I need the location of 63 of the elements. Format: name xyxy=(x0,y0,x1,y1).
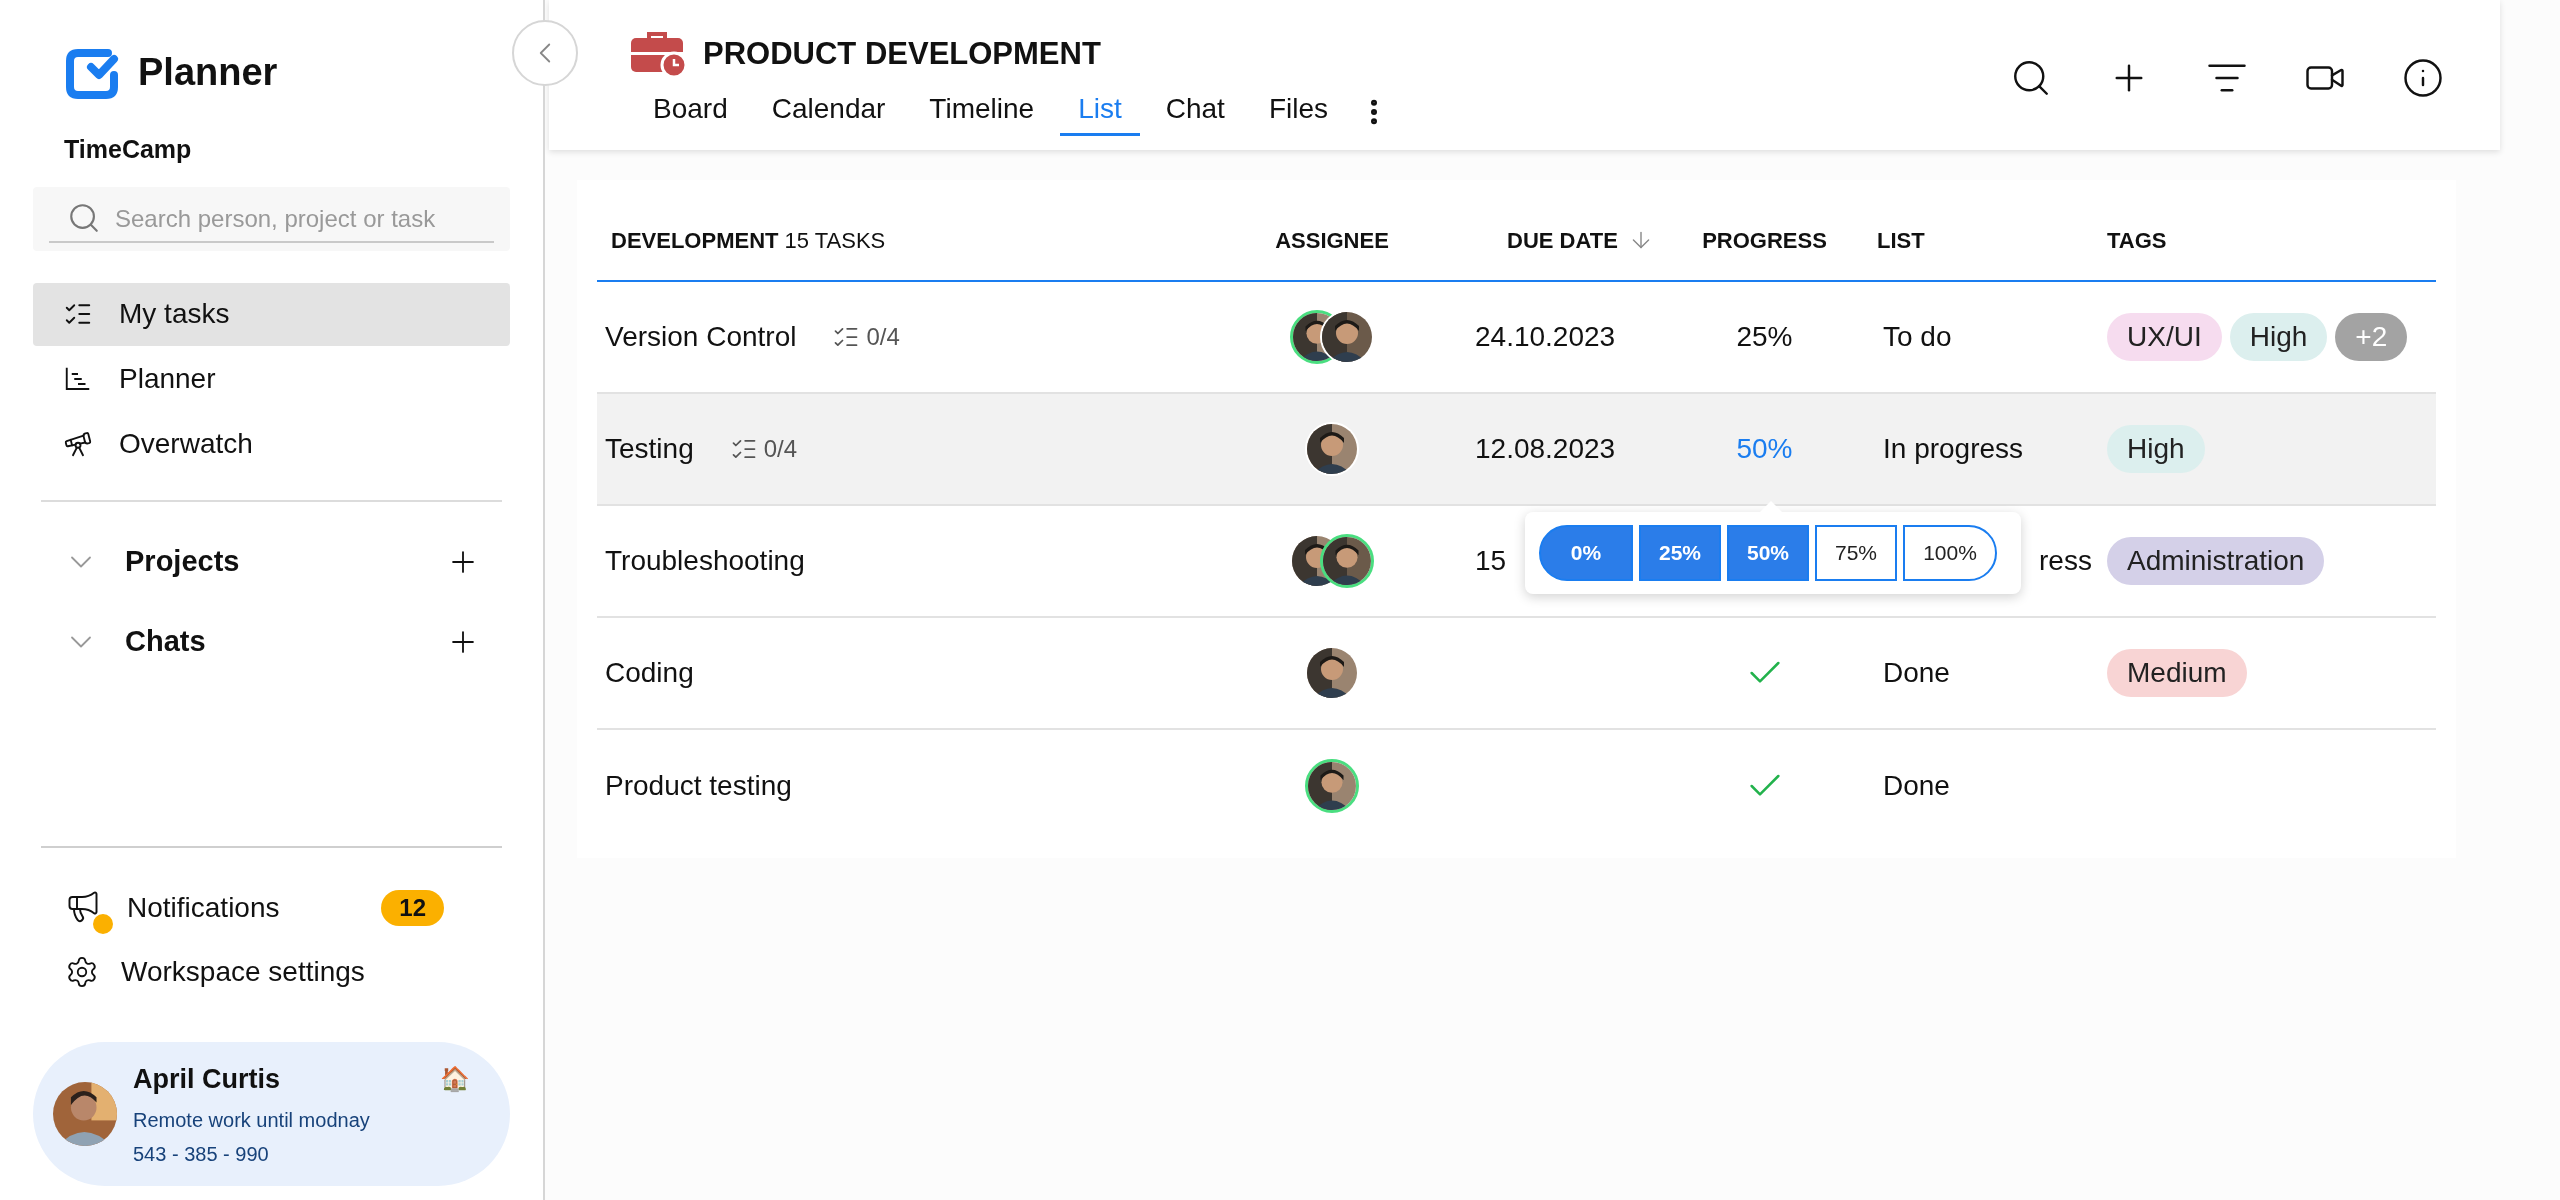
profile-phone: 543 - 385 - 990 xyxy=(133,1142,270,1168)
column-header: PROGRESS xyxy=(1702,226,1827,255)
tag: High xyxy=(2107,425,2205,473)
task-name[interactable]: Coding xyxy=(605,652,694,694)
progress-value[interactable]: 50% xyxy=(1736,428,1793,470)
search-field[interactable]: Search person, project or task xyxy=(33,186,510,251)
info-icon[interactable] xyxy=(2402,57,2444,99)
group-title: DEVELOPMENT 15 TASKS xyxy=(611,227,886,253)
profile-card[interactable]: April Curtis 🏠 Remote work until modnay 543 - 385 - 990 xyxy=(33,1042,510,1186)
task-name[interactable]: Product testing xyxy=(605,765,792,807)
project-title: PRODUCT DEVELOPMENT xyxy=(703,34,1101,73)
telescope-icon xyxy=(63,429,93,459)
due-date: 15 xyxy=(1475,545,1507,576)
task-row[interactable]: Product testing Done xyxy=(597,730,2436,842)
tag: +2 xyxy=(2335,313,2408,361)
list-name: ress xyxy=(2039,545,2092,576)
tag: High xyxy=(2229,313,2328,361)
profile-name: April Curtis xyxy=(133,1062,280,1096)
settings-icon xyxy=(65,955,99,989)
nav-item[interactable]: Overwatch xyxy=(33,412,510,476)
tab[interactable]: Board xyxy=(635,84,746,136)
settings-link[interactable]: Workspace settings xyxy=(121,951,365,993)
due-date: 12.08.2023 xyxy=(1475,433,1616,464)
list-name: Done xyxy=(1883,770,1950,801)
progress-option[interactable]: 25% xyxy=(1639,525,1721,581)
tab[interactable]: Files xyxy=(1250,84,1346,136)
progress-option[interactable]: 0% xyxy=(1539,525,1633,581)
list-name: In progress xyxy=(1883,433,2024,464)
task-name[interactable]: Testing xyxy=(605,428,694,470)
notifications-link[interactable]: Notifications xyxy=(127,887,382,929)
due-date: 24.10.2023 xyxy=(1475,321,1616,352)
tab[interactable]: Chat xyxy=(1147,84,1243,136)
column-header: ASSIGNEE xyxy=(1275,226,1389,255)
list-name: To do xyxy=(1883,321,1952,352)
workspace-name: TimeCamp xyxy=(64,134,193,165)
column-header[interactable]: DUE DATE xyxy=(1507,223,1618,257)
subtask-count: 0/4 xyxy=(866,322,900,352)
app-name: Planner xyxy=(138,50,278,95)
progress-option[interactable]: 75% xyxy=(1815,525,1897,581)
progress-option[interactable]: 100% xyxy=(1903,525,1997,581)
task-name[interactable]: Version Control xyxy=(605,316,797,358)
profile-status: Remote work until modnay xyxy=(133,1108,371,1134)
status-emoji: 🏠 xyxy=(440,1064,470,1094)
tag: Administration xyxy=(2107,537,2325,585)
task-row[interactable]: Testing 0/4 12.08.2023 50% In progress High xyxy=(597,394,2436,506)
nav-item[interactable]: Planner xyxy=(33,347,510,411)
progress-option[interactable]: 50% xyxy=(1727,525,1809,581)
tab[interactable]: Timeline xyxy=(911,84,1053,136)
task-name[interactable]: Troubleshooting xyxy=(605,540,805,582)
column-header: TAGS xyxy=(2107,227,2167,253)
nav-item[interactable]: My tasks xyxy=(33,282,510,346)
column-header: LIST xyxy=(1877,227,1925,253)
task-row[interactable]: Coding Done Medium xyxy=(597,618,2436,730)
tab[interactable]: List xyxy=(1060,84,1140,136)
section-label[interactable]: Chats xyxy=(125,619,446,664)
list-name: Done xyxy=(1883,657,1950,688)
count-badge: 12 xyxy=(381,890,444,926)
tab[interactable]: Calendar xyxy=(753,84,904,136)
subtask-count: 0/4 xyxy=(763,434,798,464)
section-label[interactable]: Projects xyxy=(125,539,446,584)
progress-value[interactable]: 25% xyxy=(1736,316,1793,358)
tag: UX/UI xyxy=(2107,313,2222,361)
tag: Medium xyxy=(2107,649,2247,697)
